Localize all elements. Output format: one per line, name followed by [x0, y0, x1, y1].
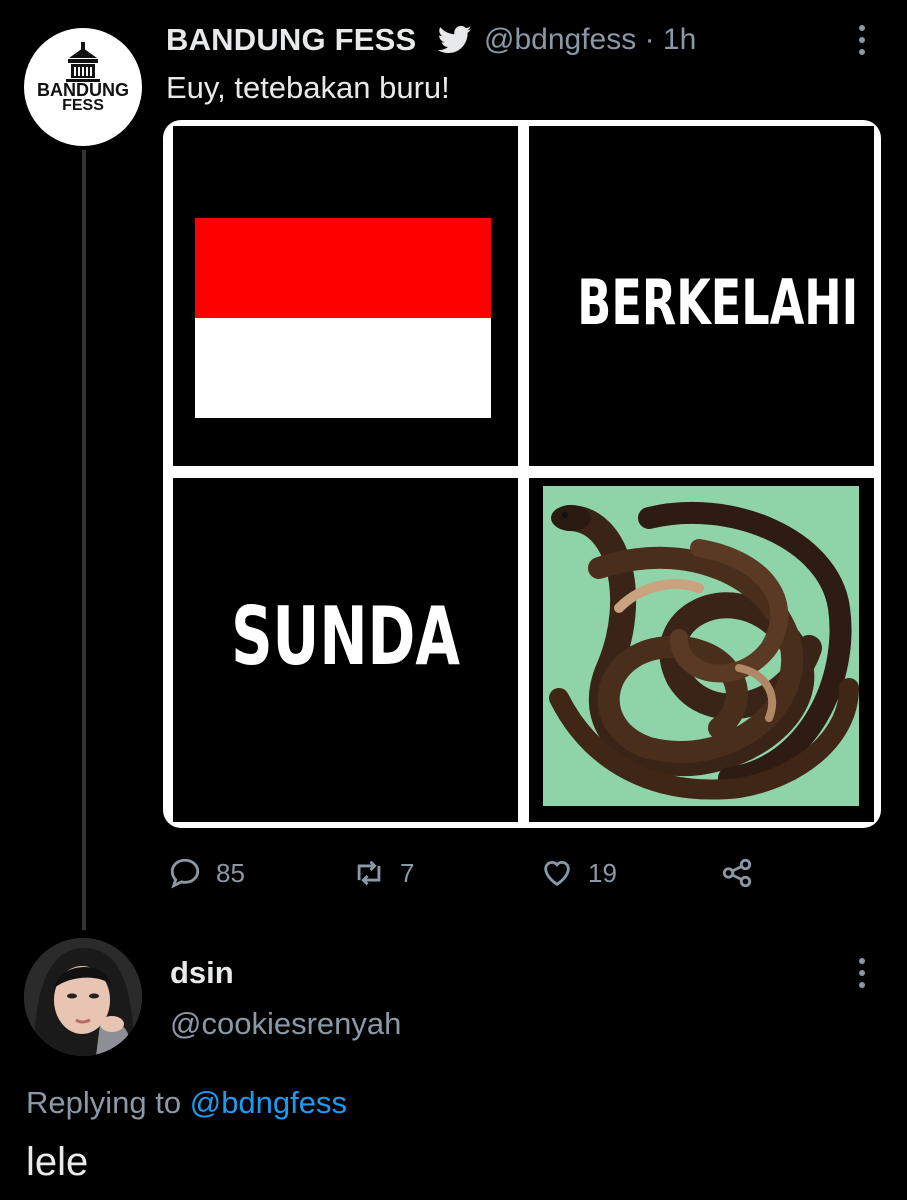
- word-cell-2: SUNDA: [173, 478, 518, 822]
- heart-icon: [544, 861, 570, 887]
- indonesia-flag-cell: [173, 126, 518, 466]
- tweet-time: · 1h: [644, 23, 697, 56]
- eel-photo: [529, 478, 874, 822]
- like-count: 19: [588, 857, 617, 888]
- reply-icon: [170, 858, 200, 889]
- replying-to-mention[interactable]: @bdngfess: [190, 1085, 347, 1120]
- word-berkelahi: BERKELAHI: [577, 266, 859, 339]
- flag-white-band: [195, 318, 491, 418]
- reply-author-handle[interactable]: @cookiesrenyah: [170, 1006, 401, 1042]
- replying-to-prefix: Replying to: [26, 1085, 190, 1120]
- replying-to-line: Replying to @bdngfess: [26, 1085, 347, 1121]
- retweet-count: 7: [400, 857, 415, 888]
- retweet-icon: [357, 860, 381, 886]
- reply-count: 85: [216, 857, 245, 888]
- word-sunda: SUNDA: [231, 590, 460, 683]
- reply-action[interactable]: 85: [168, 855, 245, 891]
- reply-author-name[interactable]: dsin: [170, 955, 234, 991]
- bandung-fess-avatar[interactable]: BANDUNG FESS: [24, 28, 142, 146]
- flag-red-band: [195, 218, 491, 318]
- thread-line: [82, 150, 86, 930]
- retweet-action[interactable]: 7: [352, 855, 414, 891]
- profile-photo: [24, 938, 142, 1056]
- share-action[interactable]: [720, 855, 768, 891]
- reply-text: lele: [26, 1140, 89, 1184]
- author-name[interactable]: BANDUNG FESS: [166, 22, 416, 58]
- share-icon: [722, 858, 752, 888]
- more-options-icon[interactable]: [852, 22, 872, 58]
- bird-icon: [438, 25, 472, 54]
- word-cell-1: BERKELAHI: [529, 126, 874, 466]
- tweet-text: Euy, tetebakan buru!: [166, 70, 450, 105]
- tweet-image[interactable]: BERKELAHI SUNDA: [163, 120, 881, 828]
- author-handle-time: @bdngfess · 1h: [484, 23, 696, 57]
- eel-photo-cell: [529, 478, 874, 822]
- avatar-logo-line2: FESS: [62, 97, 104, 114]
- dsin-avatar[interactable]: [24, 938, 142, 1056]
- like-action[interactable]: 19: [540, 855, 617, 891]
- reply-more-options-icon[interactable]: [852, 955, 872, 991]
- author-handle[interactable]: @bdngfess: [484, 23, 636, 56]
